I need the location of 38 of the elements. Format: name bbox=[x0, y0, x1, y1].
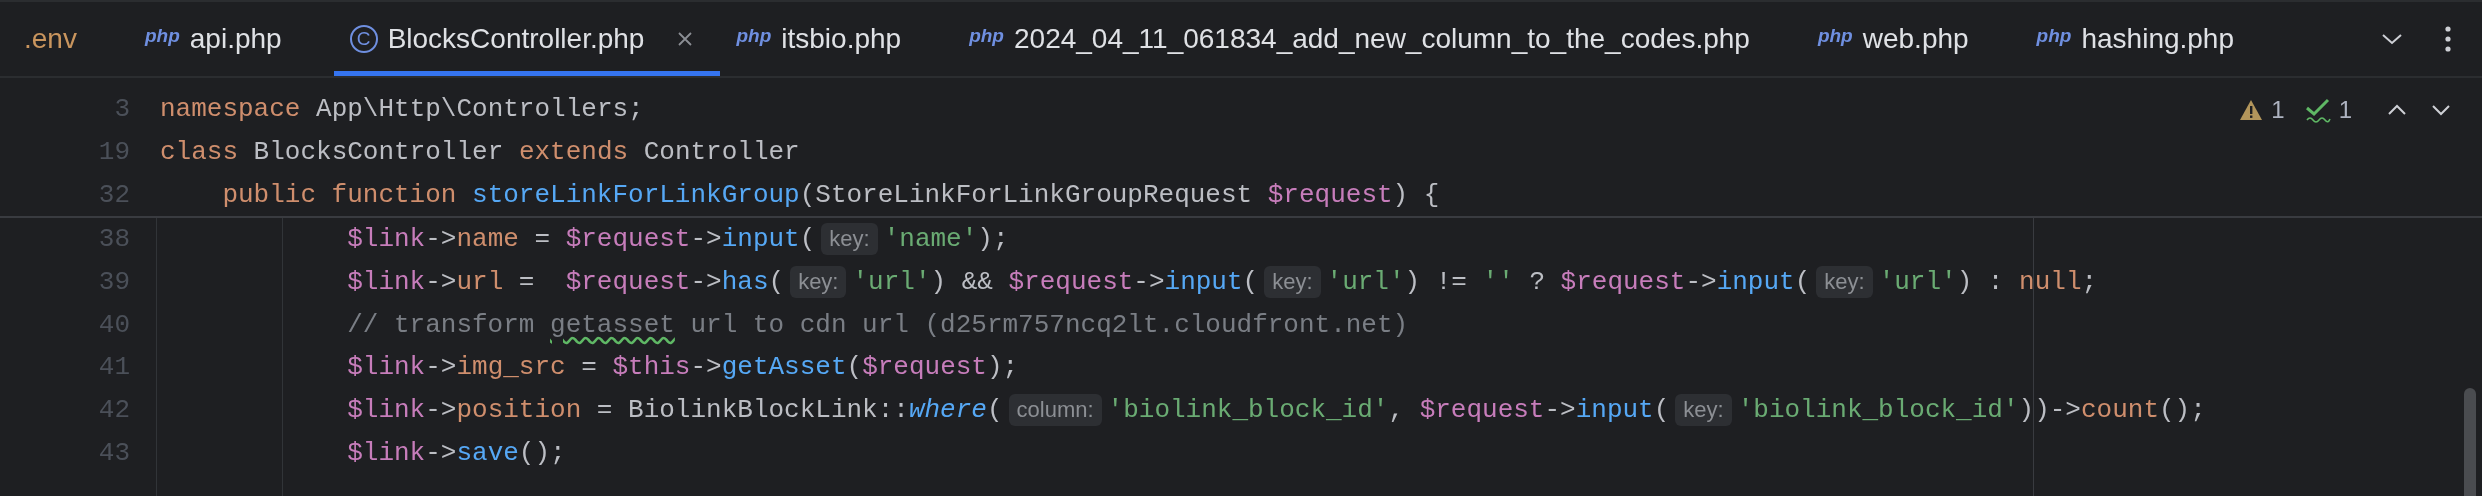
inlay-hint: key: bbox=[790, 266, 847, 299]
editor-tab[interactable]: C BlocksController.php bbox=[333, 2, 721, 76]
code-text: public function storeLinkForLinkGroup(StoreLinkForLinkGroupRequest $request) { bbox=[222, 179, 1440, 210]
editor-tab[interactable]: php itsbio.php bbox=[720, 2, 954, 76]
code-text: class BlocksController extends Controller bbox=[160, 137, 800, 168]
code-text: 'url') : null; bbox=[1878, 267, 2098, 298]
chevron-up-icon[interactable] bbox=[2386, 103, 2408, 117]
editor-tab[interactable]: php web.php bbox=[1801, 2, 2021, 76]
code-text: 'biolink_block_id', $request->input( bbox=[1107, 395, 1670, 426]
code-text: $link->save(); bbox=[347, 437, 566, 468]
inspection-count: 1 bbox=[2271, 96, 2285, 124]
check-icon[interactable] bbox=[2304, 97, 2331, 123]
close-icon[interactable] bbox=[676, 30, 695, 48]
editor-tab[interactable]: php api.php bbox=[128, 2, 334, 76]
editor-tab[interactable]: php hashing.php bbox=[2020, 2, 2286, 76]
code-text: $link->name = $request->input( bbox=[347, 224, 816, 255]
code-text: 'url') != '' ? $request->input( bbox=[1326, 267, 1811, 298]
editor-tab[interactable]: php 2024_04_11_061834_add_new_column_to_the_codes.php bbox=[953, 2, 1802, 76]
warning-icon[interactable] bbox=[2239, 99, 2264, 121]
more-icon[interactable] bbox=[2444, 25, 2452, 53]
code-text: $link->img_src = $this->getAsset($request); bbox=[347, 352, 1019, 383]
inlay-hint: key: bbox=[1264, 266, 1321, 299]
code-text: 'biolink_block_id'))->count(); bbox=[1737, 395, 2206, 426]
code-text: 'url') && $request->input( bbox=[852, 267, 1259, 298]
code-text: 'name'); bbox=[883, 224, 1009, 255]
inlay-hint: key: bbox=[1816, 266, 1873, 299]
code-text: $link->position = BiolinkBlockLink::where( bbox=[347, 395, 1003, 426]
inlay-hint: key: bbox=[821, 223, 878, 256]
editor-tab[interactable]: .env bbox=[8, 2, 129, 76]
scrollbar-thumb[interactable] bbox=[2464, 388, 2476, 496]
chevron-down-icon[interactable] bbox=[2380, 32, 2404, 46]
inlay-hint: column: bbox=[1008, 394, 1102, 427]
chevron-down-icon[interactable] bbox=[2430, 103, 2452, 117]
code-text: namespace App\Http\Controllers; bbox=[160, 94, 644, 125]
inspection-count: 1 bbox=[2338, 96, 2352, 124]
inlay-hint: key: bbox=[1675, 394, 1732, 427]
code-text: // transform getasset url to cdn url (d25rm757ncq2lt.cloudfront.net) bbox=[347, 309, 1409, 340]
code-text: $link->url = $request->has( bbox=[347, 267, 785, 298]
